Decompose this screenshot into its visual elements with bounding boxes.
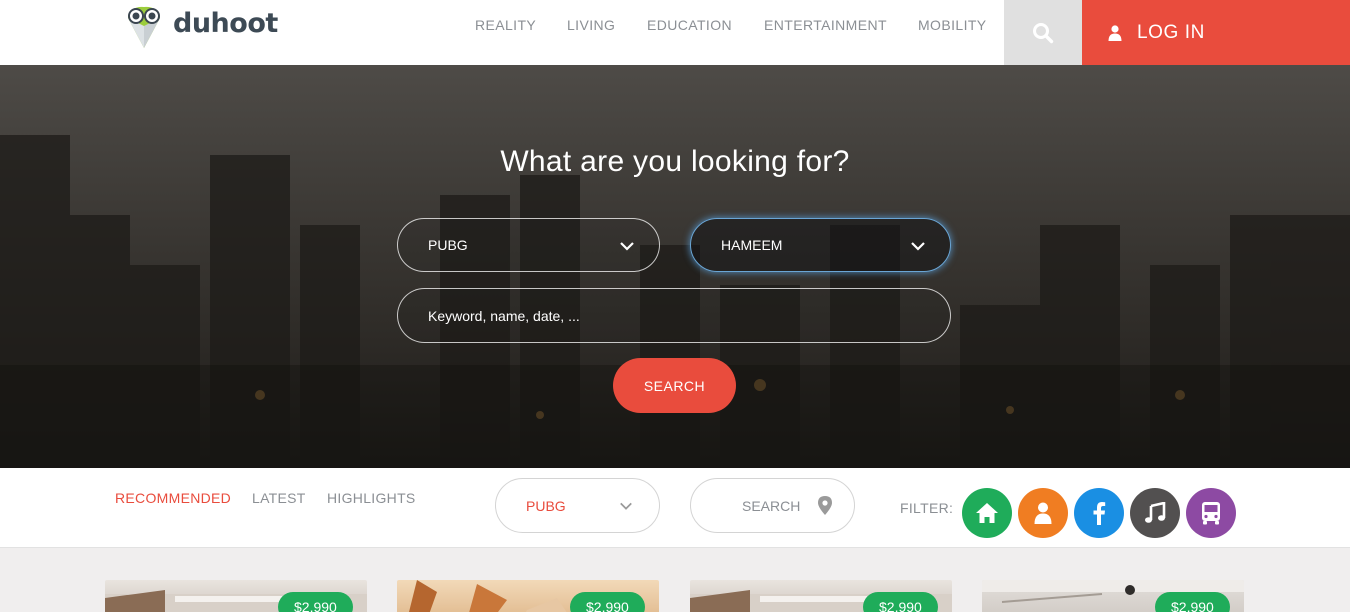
nav-item-mobility[interactable]: MOBILITY bbox=[918, 17, 987, 33]
filter-bus-button[interactable] bbox=[1186, 488, 1236, 538]
filter-label: FILTER: bbox=[900, 500, 954, 516]
hero-search-section: What are you looking for? PUBG HAMEEM Ke… bbox=[0, 65, 1350, 468]
nav-item-living[interactable]: LIVING bbox=[567, 17, 615, 33]
filter-home-button[interactable] bbox=[962, 488, 1012, 538]
filter-facebook-button[interactable] bbox=[1074, 488, 1124, 538]
facebook-icon bbox=[1093, 502, 1106, 525]
search-submit-button[interactable]: SEARCH bbox=[613, 358, 736, 413]
price-badge: $2,990 bbox=[863, 592, 938, 612]
listing-card[interactable]: $2,990 bbox=[690, 580, 952, 612]
user-icon bbox=[1108, 24, 1122, 41]
login-button[interactable]: LOG IN bbox=[1082, 0, 1350, 65]
category-select[interactable]: PUBG bbox=[397, 218, 660, 272]
music-icon bbox=[1145, 502, 1166, 523]
chevron-down-icon bbox=[620, 242, 634, 251]
filter-music-button[interactable] bbox=[1130, 488, 1180, 538]
listing-card[interactable]: $2,990 bbox=[982, 580, 1244, 612]
nav-item-reality[interactable]: REALITY bbox=[475, 17, 536, 33]
filter-search-placeholder: SEARCH bbox=[742, 497, 801, 514]
search-icon bbox=[1033, 22, 1054, 43]
keyword-placeholder: Keyword, name, date, ... bbox=[428, 307, 580, 324]
listing-card[interactable]: $2,990 bbox=[397, 580, 659, 612]
brand-name: duhoot bbox=[173, 8, 278, 39]
chevron-down-icon bbox=[620, 502, 632, 510]
tab-highlights[interactable]: HIGHLIGHTS bbox=[327, 490, 416, 506]
header-search-button[interactable] bbox=[1004, 0, 1082, 65]
content-filter-bar: RECOMMENDED LATEST HIGHLIGHTS PUBG SEARC… bbox=[0, 468, 1350, 548]
owl-logo-icon bbox=[128, 6, 160, 48]
price-badge: $2,990 bbox=[278, 592, 353, 612]
person-icon bbox=[1034, 502, 1052, 524]
nav-item-education[interactable]: EDUCATION bbox=[647, 17, 732, 33]
filter-person-button[interactable] bbox=[1018, 488, 1068, 538]
category-filter-select[interactable]: PUBG bbox=[495, 478, 660, 533]
tab-latest[interactable]: LATEST bbox=[252, 490, 306, 506]
logo[interactable]: duhoot bbox=[120, 2, 278, 52]
location-select[interactable]: HAMEEM bbox=[690, 218, 951, 272]
tab-recommended[interactable]: RECOMMENDED bbox=[115, 490, 231, 506]
keyword-input[interactable]: Keyword, name, date, ... bbox=[397, 288, 951, 343]
category-filter-value: PUBG bbox=[526, 497, 566, 514]
site-header: duhoot REALITY LIVING EDUCATION ENTERTAI… bbox=[0, 0, 1350, 65]
hero-title: What are you looking for? bbox=[500, 145, 850, 178]
nav-item-entertainment[interactable]: ENTERTAINMENT bbox=[764, 17, 887, 33]
listing-card[interactable]: $2,990 bbox=[105, 580, 367, 612]
chevron-down-icon bbox=[911, 242, 925, 251]
price-badge: $2,990 bbox=[570, 592, 645, 612]
category-select-value: PUBG bbox=[428, 237, 468, 253]
login-label: LOG IN bbox=[1137, 21, 1206, 43]
filter-search-input[interactable]: SEARCH bbox=[690, 478, 855, 533]
location-pin-icon bbox=[818, 496, 832, 515]
price-badge: $2,990 bbox=[1155, 592, 1230, 612]
home-icon bbox=[976, 503, 998, 523]
location-select-value: HAMEEM bbox=[721, 237, 783, 253]
bus-icon bbox=[1202, 502, 1220, 525]
